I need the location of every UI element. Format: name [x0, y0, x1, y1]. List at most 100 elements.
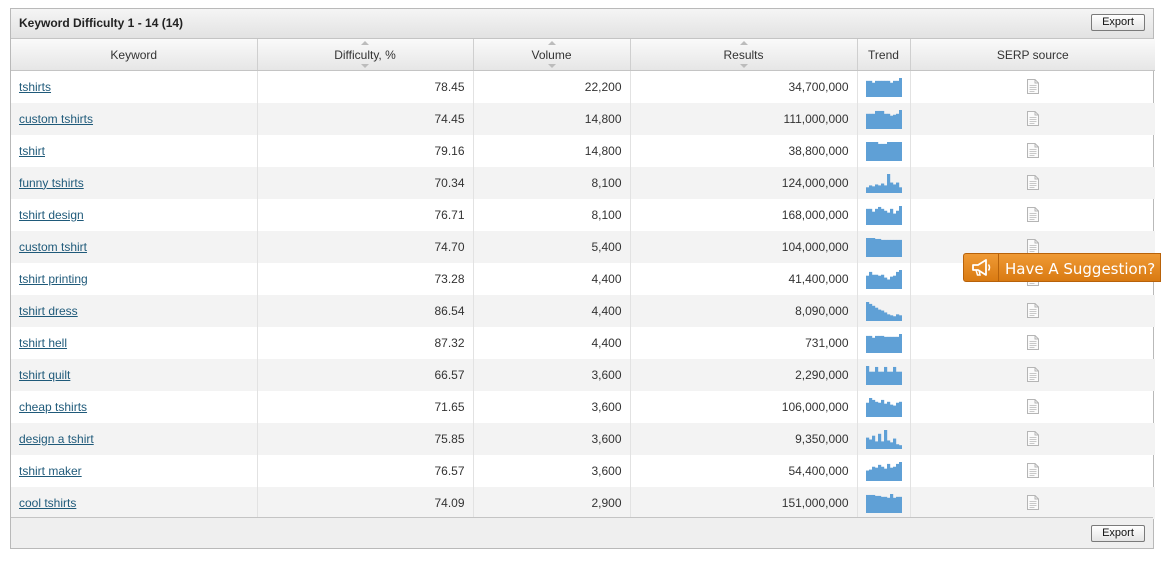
keyword-link[interactable]: tshirt quilt — [19, 368, 70, 382]
document-icon[interactable] — [1026, 111, 1039, 127]
keyword-cell: tshirts — [11, 70, 258, 103]
trend-bar — [880, 335, 884, 353]
trend-bar — [868, 208, 872, 225]
document-icon[interactable] — [1026, 143, 1039, 159]
trend-bar — [877, 80, 881, 97]
trend-bar — [874, 274, 878, 289]
volume-cell: 14,800 — [473, 134, 631, 167]
trend-bar — [877, 275, 881, 289]
volume-cell: 5,400 — [473, 230, 631, 263]
trend-bar — [889, 441, 893, 449]
keyword-link[interactable]: tshirt maker — [19, 464, 82, 478]
trend-bar — [895, 402, 899, 417]
trend-bar — [877, 335, 881, 353]
keyword-link[interactable]: tshirt hell — [19, 336, 67, 350]
document-icon[interactable] — [1026, 303, 1039, 319]
difficulty-cell: 70.34 — [257, 166, 474, 199]
trend-bar — [886, 401, 890, 417]
keyword-link[interactable]: custom tshirts — [19, 112, 93, 126]
keyword-link[interactable]: design a tshirt — [19, 432, 94, 446]
trend-bar — [865, 335, 869, 353]
document-icon[interactable] — [1026, 175, 1039, 191]
column-header-volume[interactable]: Volume — [473, 39, 631, 71]
document-icon[interactable] — [1026, 239, 1039, 255]
keyword-cell: funny tshirts — [11, 166, 258, 199]
trend-bar — [886, 141, 890, 161]
column-header-keyword[interactable]: Keyword — [11, 39, 258, 71]
document-icon[interactable] — [1026, 431, 1039, 447]
trend-bar — [898, 239, 902, 257]
keyword-cell: tshirt dress — [11, 294, 258, 327]
trend-bar — [892, 497, 896, 513]
export-button-top[interactable]: Export — [1091, 14, 1145, 31]
trend-bar — [871, 113, 875, 129]
trend-bar — [886, 279, 890, 289]
trend-bar — [898, 444, 902, 449]
trend-cell — [857, 166, 911, 199]
results-cell: 2,290,000 — [630, 358, 858, 391]
volume-cell: 3,600 — [473, 422, 631, 455]
keyword-link[interactable]: tshirt — [19, 144, 45, 158]
trend-bar — [892, 405, 896, 417]
keyword-link[interactable]: tshirts — [19, 80, 51, 94]
trend-bar — [880, 466, 884, 481]
keyword-link[interactable]: tshirt dress — [19, 304, 78, 318]
table-row: tshirt dress 86.54 4,400 8,090,000 — [11, 294, 1155, 327]
trend-bar — [874, 467, 878, 481]
trend-bar — [886, 336, 890, 353]
serp-source-cell — [910, 102, 1155, 135]
trend-bar — [868, 303, 872, 321]
trend-bar — [883, 366, 887, 385]
trend-bar — [895, 336, 899, 353]
keyword-link[interactable]: custom tshirt — [19, 240, 87, 254]
trend-bar — [886, 80, 890, 97]
document-icon[interactable] — [1026, 79, 1039, 95]
export-button-bottom[interactable]: Export — [1091, 525, 1145, 542]
trend-cell — [857, 102, 911, 135]
difficulty-cell: 79.16 — [257, 134, 474, 167]
document-icon[interactable] — [1026, 495, 1039, 511]
keyword-link[interactable]: funny tshirts — [19, 176, 84, 190]
trend-sparkline — [865, 109, 902, 129]
volume-cell: 22,200 — [473, 70, 631, 103]
keyword-cell: tshirt — [11, 134, 258, 167]
table-row: cheap tshirts 71.65 3,600 106,000,000 — [11, 390, 1155, 423]
keyword-link[interactable]: tshirt printing — [19, 272, 88, 286]
trend-bar — [892, 466, 896, 481]
document-icon[interactable] — [1026, 207, 1039, 223]
volume-cell: 3,600 — [473, 454, 631, 487]
column-header-difficulty[interactable]: Difficulty, % — [257, 39, 474, 71]
have-a-suggestion-button[interactable]: Have A Suggestion? — [963, 253, 1161, 282]
column-header-results[interactable]: Results — [630, 39, 858, 71]
trend-bar — [889, 141, 893, 161]
keyword-link[interactable]: cool tshirts — [19, 496, 76, 510]
trend-bar — [886, 497, 890, 513]
trend-bar — [880, 239, 884, 257]
trend-bar — [892, 141, 896, 161]
document-icon[interactable] — [1026, 335, 1039, 351]
difficulty-cell: 74.09 — [257, 486, 474, 519]
document-icon[interactable] — [1026, 463, 1039, 479]
difficulty-cell: 76.57 — [257, 454, 474, 487]
trend-bar — [892, 239, 896, 257]
sort-down-icon — [361, 64, 369, 68]
serp-source-cell — [910, 71, 1155, 103]
document-icon[interactable] — [1026, 399, 1039, 415]
trend-bar — [865, 141, 869, 161]
trend-bar — [871, 237, 875, 257]
table-row: cool tshirts 74.09 2,900 151,000,000 — [11, 486, 1155, 519]
keyword-cell: custom tshirts — [11, 102, 258, 135]
trend-bar — [892, 315, 896, 321]
trend-bar — [868, 494, 872, 513]
trend-bar — [880, 440, 884, 449]
trend-sparkline — [865, 237, 902, 257]
keyword-link[interactable]: cheap tshirts — [19, 400, 87, 414]
keyword-link[interactable]: tshirt design — [19, 208, 84, 222]
trend-bar — [898, 141, 902, 161]
trend-bar — [865, 113, 869, 129]
volume-cell: 8,100 — [473, 166, 631, 199]
trend-bar — [883, 80, 887, 97]
trend-bar — [898, 109, 902, 129]
document-icon[interactable] — [1026, 367, 1039, 383]
column-header-serp-source: SERP source — [910, 39, 1155, 71]
